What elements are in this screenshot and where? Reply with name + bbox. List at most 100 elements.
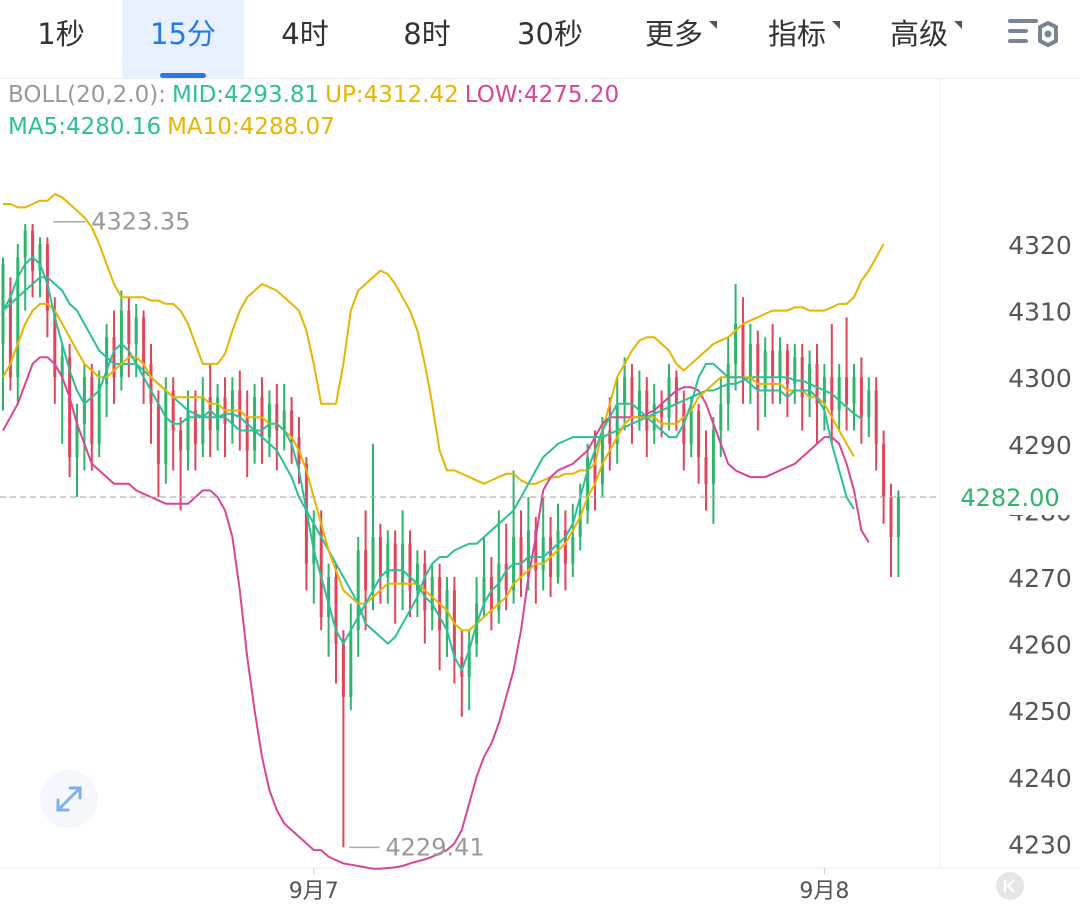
candle-body (682, 403, 686, 444)
candle-body (45, 244, 49, 311)
candle-body (356, 550, 360, 631)
candle-body (756, 343, 760, 391)
candle-body (741, 323, 745, 378)
candle-body (31, 230, 35, 271)
candle-body (415, 563, 419, 591)
candle-body (867, 390, 871, 418)
dropdown-triangle-icon (832, 21, 840, 29)
candle-body (549, 537, 553, 577)
candle-body (208, 397, 212, 431)
candle-body (82, 377, 86, 424)
candle-body (304, 463, 308, 564)
candle-body (467, 643, 471, 677)
candle-body (127, 310, 131, 344)
ma10-value: MA10:4288.07 (167, 114, 335, 140)
tab-label: 15分 (150, 17, 216, 51)
boll-up-line (3, 193, 885, 485)
y-tick-label: 4260 (1008, 631, 1072, 660)
candle-body (615, 403, 619, 444)
candle-body (216, 397, 220, 431)
ma5-line (2, 256, 855, 672)
candle-body (489, 577, 493, 611)
tab-15m[interactable]: 15分 (122, 0, 244, 78)
y-tick-label: 4320 (1008, 231, 1072, 260)
candle-body (75, 423, 79, 458)
candle-body (97, 383, 101, 444)
candle-body (438, 577, 442, 631)
x-tick-label: 9月7 (289, 879, 339, 904)
candle-body (704, 457, 708, 484)
candle-body (260, 397, 264, 438)
tab-label: 8时 (403, 17, 451, 51)
tab-30s[interactable]: 30秒 (488, 0, 612, 78)
candle-body (401, 543, 405, 584)
candle-body (793, 357, 797, 384)
expand-button[interactable] (40, 770, 98, 828)
tab-8h[interactable]: 8时 (366, 0, 488, 78)
candle-body (16, 257, 20, 378)
candle-body (519, 537, 523, 577)
current-price-tag: 4282.00 (960, 484, 1059, 512)
candle-body (134, 317, 138, 344)
reset-view-button[interactable] (996, 872, 1024, 900)
candle-body (630, 377, 634, 418)
candle-body (253, 397, 257, 451)
candle-body (105, 337, 109, 384)
candle-body (726, 363, 730, 404)
candle-body (90, 377, 94, 444)
candle-body (593, 457, 597, 484)
candle-body (882, 443, 886, 498)
candle-body (68, 357, 72, 458)
candle-body (312, 523, 316, 564)
candle-body (193, 410, 197, 444)
candle-body (282, 410, 286, 431)
max-price-label: 4323.35 (91, 208, 190, 236)
boll-low-line (2, 356, 870, 870)
candle-body (711, 430, 715, 484)
ma-legend: MA5:4280.16 MA10:4288.07 (8, 114, 341, 140)
y-tick-label: 4250 (1008, 697, 1072, 726)
candle-body (364, 550, 368, 591)
tab-1s[interactable]: 1秒 (0, 0, 122, 78)
candle-body (53, 310, 57, 378)
candle-body (534, 530, 538, 571)
candle-body (452, 590, 456, 657)
boll-low-value: LOW:4275.20 (464, 82, 620, 108)
current-price-tag-bg (944, 479, 1080, 516)
candle-body (38, 244, 42, 271)
y-tick-label: 4280 (1008, 497, 1072, 526)
candle-body (556, 530, 560, 577)
tab-label: 指标 (767, 17, 826, 51)
candle-body (179, 430, 183, 451)
candle-body (393, 543, 397, 584)
ma10-line (2, 302, 855, 632)
candle-body (859, 377, 863, 418)
min-price-label: 4229.41 (385, 833, 484, 861)
y-tick-label: 4310 (1008, 298, 1072, 327)
candle-body (719, 403, 723, 431)
tab-more[interactable]: 更多 (612, 0, 736, 78)
boll-label: BOLL(20,2.0): (8, 82, 166, 108)
candle-body (334, 577, 338, 644)
tab-label: 30秒 (517, 17, 583, 51)
candle-body (119, 310, 123, 378)
candle-body (23, 230, 27, 258)
settings-icon[interactable] (1004, 14, 1058, 54)
tab-advanced[interactable]: 高级 (858, 0, 980, 78)
candle-body (563, 530, 567, 564)
candle-body (586, 457, 590, 511)
candle-body (874, 390, 878, 444)
candle-body (1, 263, 5, 344)
tab-label: 4时 (281, 17, 329, 51)
candle-body (748, 343, 752, 378)
candle-body (837, 377, 841, 411)
candle-body (445, 590, 449, 631)
candle-body (852, 377, 856, 404)
tab-4h[interactable]: 4时 (244, 0, 366, 78)
tab-indicators[interactable]: 指标 (736, 0, 858, 78)
candle-body (778, 350, 782, 378)
y-tick-label: 4300 (1008, 364, 1072, 393)
dropdown-triangle-icon (709, 21, 717, 29)
candle-body (822, 377, 826, 404)
candle-body (578, 510, 582, 538)
